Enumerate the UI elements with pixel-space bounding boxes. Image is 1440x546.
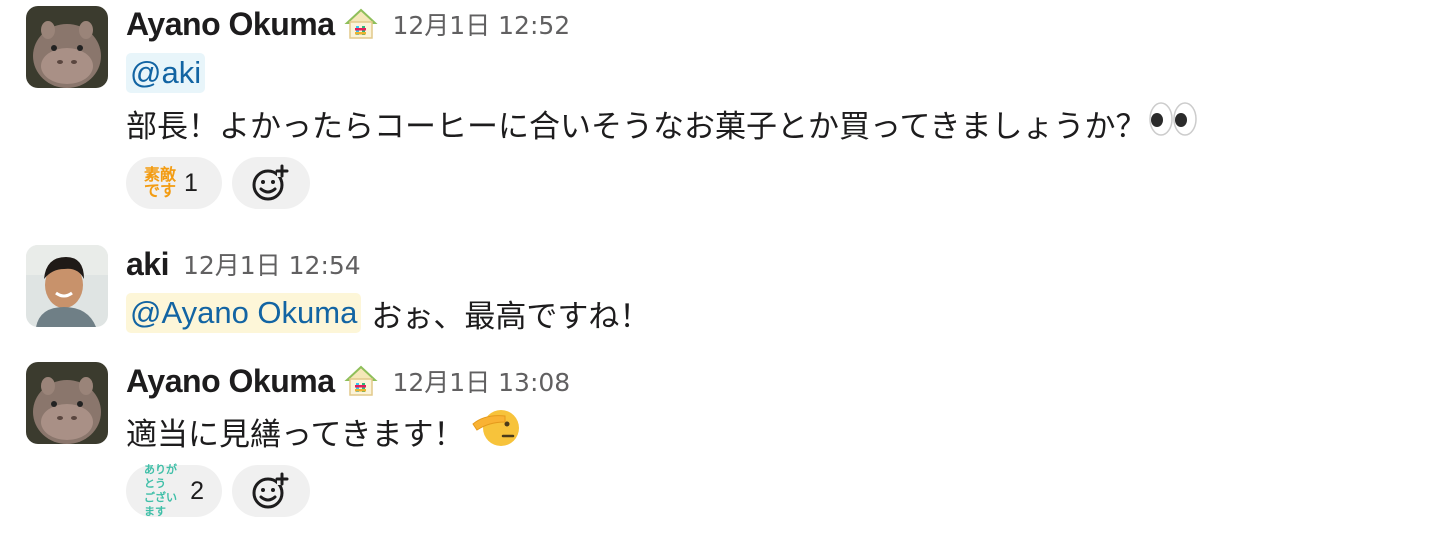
reaction-count: 1	[184, 168, 198, 197]
reaction-arigatougozaimasu[interactable]: ありがとう ございます 2	[126, 463, 222, 519]
status-house-icon	[344, 364, 379, 398]
mention-link[interactable]: @aki	[126, 53, 206, 93]
message-text: 部長！よかったらコーヒーに合いそうなお菓子とか買ってきましょうか？	[126, 108, 1147, 145]
add-reaction-button[interactable]	[232, 157, 310, 209]
add-reaction-button[interactable]	[232, 465, 310, 517]
timestamp[interactable]: 12月1日 13:08	[392, 363, 570, 399]
message-text: おぉ、最高ですね！	[371, 298, 651, 335]
eyes-emoji-icon	[1147, 99, 1199, 147]
saluting-face-emoji-icon	[471, 404, 521, 458]
emoji-text-bottom: です	[144, 181, 177, 200]
emoji-text-top: ありがとう	[144, 463, 177, 490]
timestamp[interactable]: 12月1日 12:54	[183, 246, 361, 282]
status-house-icon	[344, 7, 379, 41]
sutekidesu-emoji-icon: 素敵 です	[144, 167, 176, 199]
arigatougozaimasu-emoji-icon: ありがとう ございます	[144, 463, 182, 519]
reaction-count: 2	[190, 476, 204, 505]
message-text: 適当に見繕ってきます！	[126, 416, 465, 453]
avatar-ayano[interactable]	[26, 6, 108, 88]
avatar-ayano[interactable]	[26, 362, 108, 444]
emoji-text-bottom: ございます	[144, 491, 177, 518]
mention-link[interactable]: @Ayano Okuma	[126, 293, 362, 333]
author-name[interactable]: Ayano Okuma	[126, 363, 335, 400]
author-name[interactable]: Ayano Okuma	[126, 6, 335, 43]
add-emoji-icon	[252, 472, 289, 509]
add-emoji-icon	[252, 164, 289, 201]
author-name[interactable]: aki	[126, 246, 169, 283]
reaction-sutekidesu[interactable]: 素敵 です 1	[126, 157, 222, 209]
timestamp[interactable]: 12月1日 12:52	[392, 6, 570, 42]
avatar-aki[interactable]	[26, 245, 108, 327]
